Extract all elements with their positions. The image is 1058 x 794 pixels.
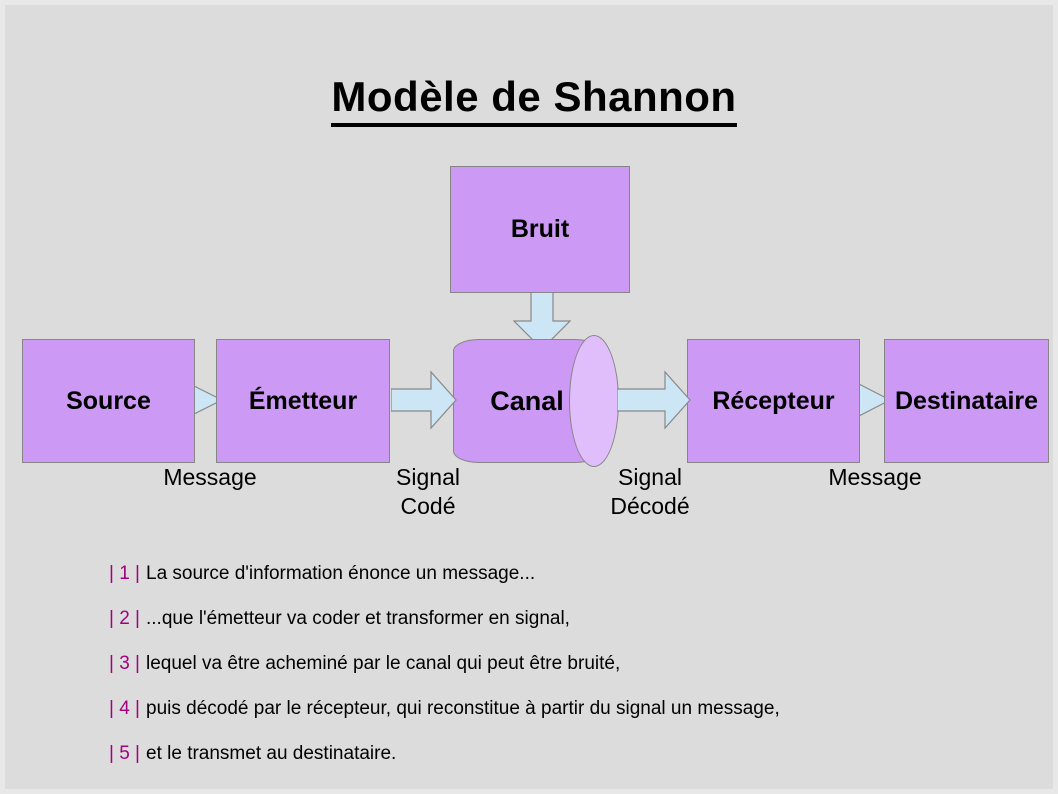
flow-label-signal-decode-line2: Décodé	[610, 493, 690, 520]
flow-label-signal-decode-line1: Signal	[618, 464, 682, 490]
step-text: et le transmet au destinataire.	[146, 743, 397, 764]
node-recepteur[interactable]: Récepteur	[687, 339, 860, 463]
step-marker: | 2 |	[109, 608, 140, 629]
step-text: puis décodé par le récepteur, qui recons…	[146, 698, 780, 719]
steps-list: | 1 | La source d'information énonce un m…	[109, 563, 1009, 788]
arrow-canal-to-recepteur-icon	[617, 370, 691, 430]
arrow-emetteur-to-canal-icon	[391, 370, 457, 430]
flow-label-message-2-text: Message	[828, 464, 922, 490]
node-canal[interactable]: Canal	[453, 335, 623, 467]
node-recepteur-label: Récepteur	[712, 386, 835, 415]
step-marker: | 5 |	[109, 743, 140, 764]
flow-label-message-recepteur-destinataire: Message	[785, 463, 965, 492]
node-bruit[interactable]: Bruit	[450, 166, 630, 293]
page-title-text: Modèle de Shannon	[331, 73, 737, 127]
node-destinataire-label: Destinataire	[894, 386, 1039, 415]
step-text: lequel va être acheminé par le canal qui…	[146, 653, 621, 674]
step-marker: | 4 |	[109, 698, 140, 719]
flow-label-signal-code: Signal Codé	[343, 463, 513, 522]
step-text: ...que l'émetteur va coder et transforme…	[146, 608, 570, 629]
flow-label-signal-decode: Signal Décodé	[565, 463, 735, 522]
list-item: | 4 | puis décodé par le récepteur, qui r…	[109, 698, 1009, 720]
page-title: Modèle de Shannon	[5, 73, 1053, 127]
node-source-label: Source	[66, 386, 151, 415]
step-marker: | 1 |	[109, 563, 140, 584]
flow-label-signal-code-line2: Codé	[400, 493, 456, 520]
list-item: | 2 | ...que l'émetteur va coder et trans…	[109, 608, 1009, 630]
flow-label-message-1-text: Message	[163, 464, 257, 490]
list-item: | 3 | lequel va être acheminé par le cana…	[109, 653, 1009, 675]
shannon-model-slide: Modèle de Shannon Bruit Source Émetteur …	[0, 0, 1058, 794]
step-text: La source d'information énonce un messag…	[146, 563, 536, 584]
list-item: | 1 | La source d'information énonce un m…	[109, 563, 1009, 585]
node-destinataire[interactable]: Destinataire	[884, 339, 1049, 463]
step-marker: | 3 |	[109, 653, 140, 674]
flow-label-signal-code-line1: Signal	[396, 464, 460, 490]
node-emetteur-label: Émetteur	[248, 386, 358, 415]
node-bruit-label: Bruit	[510, 215, 570, 243]
flow-label-message-source-emetteur: Message	[120, 463, 300, 492]
node-source[interactable]: Source	[22, 339, 195, 463]
node-canal-label: Canal	[490, 385, 564, 416]
node-emetteur[interactable]: Émetteur	[216, 339, 390, 463]
list-item: | 5 | et le transmet au destinataire.	[109, 743, 1009, 765]
